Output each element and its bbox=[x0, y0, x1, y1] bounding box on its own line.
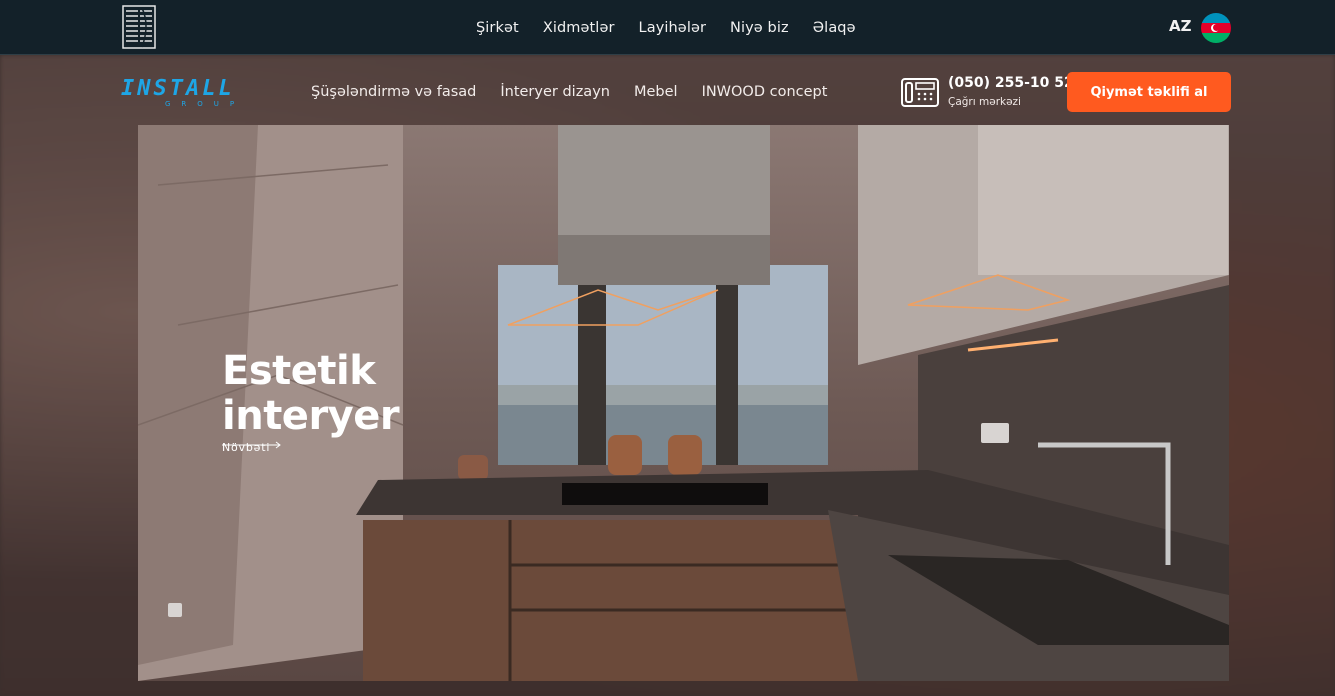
azerbaijan-flag-icon[interactable] bbox=[1201, 13, 1231, 43]
brand-subtitle: GROUP bbox=[165, 100, 246, 108]
nav-item-interior-design[interactable]: İnteryer dizayn bbox=[500, 84, 610, 100]
phone-icon bbox=[901, 78, 939, 107]
top-nav-item-services[interactable]: Xidmətlər bbox=[543, 20, 615, 36]
phone-label: Çağrı mərkəzi bbox=[948, 96, 1021, 108]
top-nav: Şirkət Xidmətlər Layihələr Niyə biz Əlaq… bbox=[476, 0, 856, 55]
top-bar: Şirkət Xidmətlər Layihələr Niyə biz Əlaq… bbox=[0, 0, 1335, 55]
nav-item-glazing-facade[interactable]: Şüşələndirmə və fasad bbox=[311, 84, 476, 100]
nav-item-inwood-concept[interactable]: INWOOD concept bbox=[702, 84, 828, 100]
brand-name: INSTALL bbox=[121, 76, 235, 101]
top-nav-item-contact[interactable]: Əlaqə bbox=[813, 20, 856, 36]
brand-logo[interactable]: INSTALL GROUP bbox=[121, 76, 291, 112]
arrow-right-icon bbox=[222, 441, 281, 449]
main-nav: Şüşələndirmə və fasad İnteryer dizayn Me… bbox=[311, 80, 827, 104]
top-nav-item-company[interactable]: Şirkət bbox=[476, 20, 519, 36]
hero-slide: Estetik interyer Növbəti bbox=[138, 125, 1229, 681]
hero-next-link[interactable]: Növbəti bbox=[222, 441, 281, 454]
hero-title: Estetik interyer bbox=[222, 348, 400, 439]
top-nav-item-projects[interactable]: Layihələr bbox=[639, 20, 707, 36]
building-logo-icon[interactable] bbox=[122, 5, 156, 49]
top-nav-item-why-us[interactable]: Niyə biz bbox=[730, 20, 789, 36]
language-selector[interactable]: AZ bbox=[1169, 17, 1192, 35]
get-quote-button[interactable]: Qiymət təklifi al bbox=[1067, 72, 1231, 112]
phone-number[interactable]: (050) 255-10 52 bbox=[948, 75, 1074, 91]
nav-item-furniture[interactable]: Mebel bbox=[634, 84, 678, 100]
